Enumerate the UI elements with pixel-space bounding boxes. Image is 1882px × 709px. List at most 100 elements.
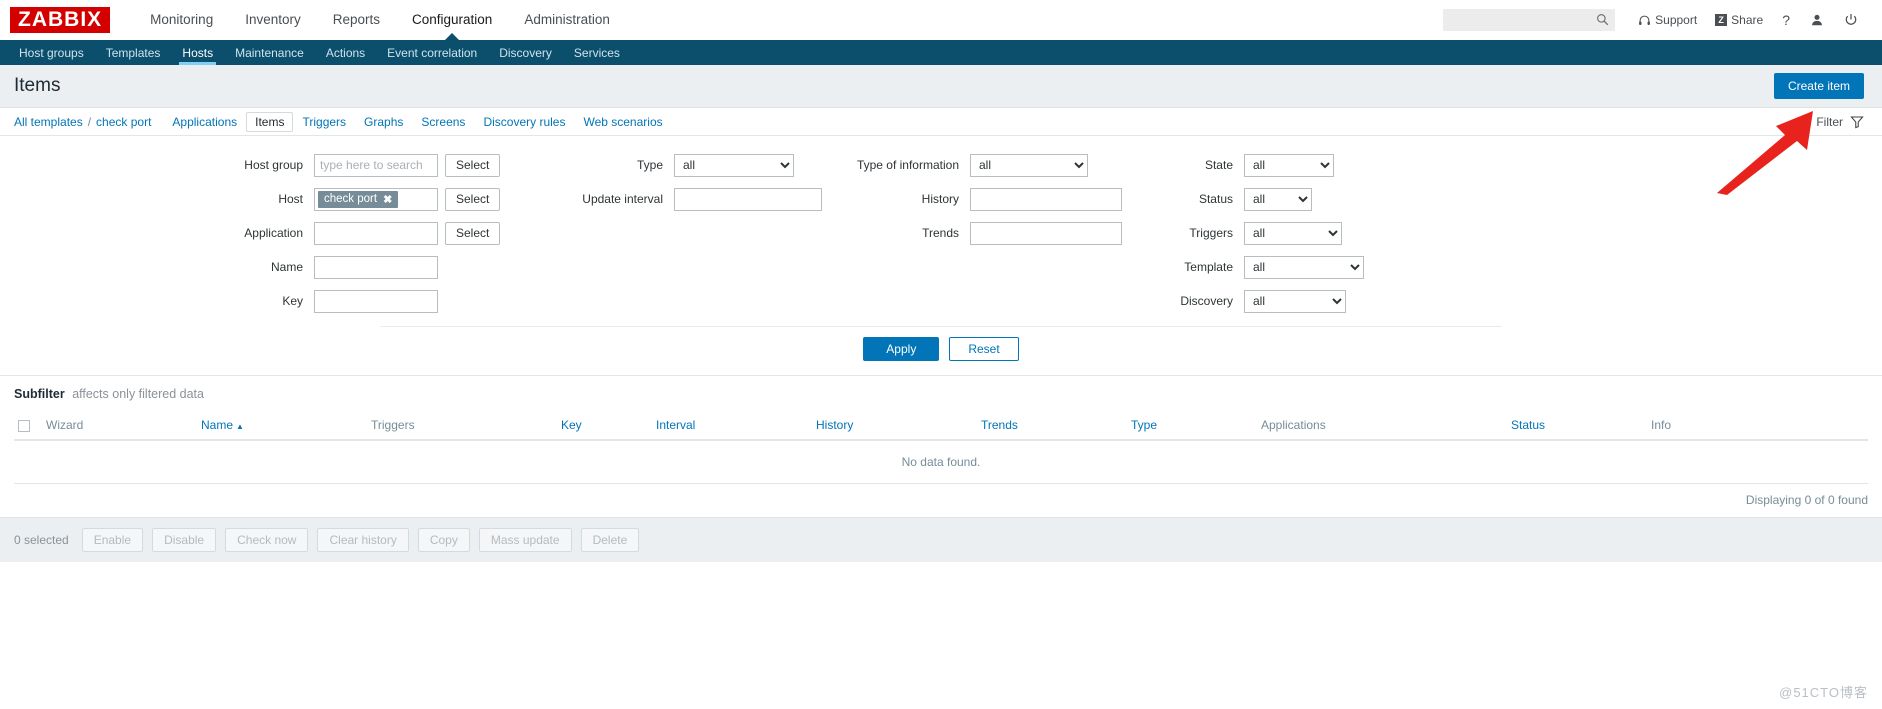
filter-row-update-interval: Update interval bbox=[574, 182, 834, 216]
subfilter-note: affects only filtered data bbox=[72, 387, 204, 401]
subnav-item-host-groups[interactable]: Host groups bbox=[8, 40, 95, 65]
tab-items[interactable]: Items bbox=[246, 111, 294, 132]
enable-button[interactable]: Enable bbox=[81, 528, 144, 552]
filter-row-history: History bbox=[834, 182, 1144, 216]
secondary-navigation: Host groups Templates Hosts Maintenance … bbox=[0, 40, 1882, 65]
host-chip-label: check port bbox=[324, 193, 378, 205]
filter-spacer-2c bbox=[574, 284, 834, 318]
page-title-row: Items Create item bbox=[0, 65, 1882, 108]
user-icon[interactable] bbox=[1800, 13, 1834, 27]
nav-item-reports[interactable]: Reports bbox=[317, 0, 396, 40]
subnav-item-event-correlation[interactable]: Event correlation bbox=[376, 40, 488, 65]
application-input[interactable] bbox=[314, 221, 438, 245]
column-key[interactable]: Key bbox=[557, 411, 652, 441]
help-icon[interactable]: ? bbox=[1772, 12, 1800, 28]
reset-button[interactable]: Reset bbox=[949, 337, 1019, 361]
discovery-select[interactable]: all bbox=[1244, 289, 1346, 313]
column-interval[interactable]: Interval bbox=[652, 411, 812, 441]
tab-screens[interactable]: Screens bbox=[412, 112, 474, 132]
label-name: Name bbox=[270, 260, 303, 274]
filter-row-type-of-information: Type of information all bbox=[834, 148, 1144, 182]
host-group-input[interactable] bbox=[314, 153, 438, 177]
tab-discovery-rules[interactable]: Discovery rules bbox=[474, 112, 574, 132]
filter-row-status: Status all bbox=[1144, 182, 1434, 216]
mass-update-button[interactable]: Mass update bbox=[478, 528, 572, 552]
filter-spacer-2a bbox=[574, 216, 834, 250]
copy-button[interactable]: Copy bbox=[417, 528, 470, 552]
create-item-button[interactable]: Create item bbox=[1773, 73, 1864, 99]
column-applications: Applications bbox=[1257, 411, 1507, 441]
subnav-item-templates[interactable]: Templates bbox=[95, 40, 172, 65]
column-type[interactable]: Type bbox=[1127, 411, 1257, 441]
zabbix-logo[interactable]: ZABBIX bbox=[10, 7, 111, 33]
breadcrumb-all-templates[interactable]: All templates bbox=[14, 115, 83, 129]
table-empty-row: No data found. bbox=[14, 440, 1868, 484]
status-select[interactable]: all bbox=[1244, 187, 1312, 211]
subfilter-bar: Subfilter affects only filtered data bbox=[0, 376, 1882, 411]
filter-row-host: Host check port ✖ Select bbox=[14, 182, 574, 216]
state-select[interactable]: all bbox=[1244, 153, 1334, 177]
tab-applications[interactable]: Applications bbox=[163, 112, 246, 132]
disable-button[interactable]: Disable bbox=[152, 528, 217, 552]
filter-row-host-group: Host group Select bbox=[14, 148, 574, 182]
nav-item-inventory[interactable]: Inventory bbox=[229, 0, 317, 40]
column-status[interactable]: Status bbox=[1507, 411, 1647, 441]
header-right-tools: Support Z Share ? bbox=[1443, 9, 1868, 31]
subnav-item-services[interactable]: Services bbox=[563, 40, 631, 65]
key-input[interactable] bbox=[314, 289, 438, 313]
type-select[interactable]: all bbox=[674, 153, 794, 177]
clear-history-button[interactable]: Clear history bbox=[317, 528, 409, 552]
update-interval-input[interactable] bbox=[674, 187, 822, 211]
tab-graphs[interactable]: Graphs bbox=[355, 112, 412, 132]
host-chip-remove-icon[interactable]: ✖ bbox=[383, 193, 392, 206]
support-link[interactable]: Support bbox=[1629, 13, 1706, 27]
application-select-button[interactable]: Select bbox=[445, 221, 501, 245]
host-group-select-button[interactable]: Select bbox=[445, 153, 501, 177]
share-link[interactable]: Z Share bbox=[1706, 13, 1772, 27]
column-trends[interactable]: Trends bbox=[977, 411, 1127, 441]
breadcrumb-current-template[interactable]: check port bbox=[96, 115, 151, 129]
column-name[interactable]: Name ▲ bbox=[197, 411, 367, 441]
watermark: @51CTO博客 bbox=[1779, 685, 1868, 700]
filter-column-3: Type of information all History Trends bbox=[834, 148, 1144, 318]
delete-button[interactable]: Delete bbox=[580, 528, 640, 552]
apply-button[interactable]: Apply bbox=[863, 337, 940, 361]
tab-web-scenarios[interactable]: Web scenarios bbox=[574, 112, 671, 132]
filter-row-template: Template all bbox=[1144, 250, 1434, 284]
nav-item-monitoring[interactable]: Monitoring bbox=[134, 0, 229, 40]
name-input[interactable] bbox=[314, 255, 438, 279]
filter-toggle[interactable]: Filter bbox=[1816, 115, 1864, 129]
label-host-group: Host group bbox=[244, 158, 303, 172]
trends-input[interactable] bbox=[970, 221, 1122, 245]
history-input[interactable] bbox=[970, 187, 1122, 211]
host-select-button[interactable]: Select bbox=[445, 187, 501, 211]
label-state: State bbox=[1204, 158, 1233, 172]
select-all-checkbox[interactable] bbox=[18, 419, 30, 432]
search-input[interactable] bbox=[1443, 10, 1627, 30]
nav-item-administration[interactable]: Administration bbox=[508, 0, 626, 40]
label-template: Template bbox=[1184, 260, 1233, 274]
filter-column-4: State all Status all Triggers all Templa… bbox=[1144, 148, 1434, 318]
subnav-item-discovery[interactable]: Discovery bbox=[488, 40, 563, 65]
no-data-message: No data found. bbox=[14, 440, 1868, 484]
nav-item-configuration[interactable]: Configuration bbox=[396, 0, 508, 41]
label-discovery: Discovery bbox=[1180, 294, 1233, 308]
items-table-body: No data found. bbox=[14, 440, 1868, 484]
label-type: Type bbox=[636, 158, 663, 172]
filter-actions: Apply Reset bbox=[380, 326, 1502, 369]
type-of-information-select[interactable]: all bbox=[970, 153, 1088, 177]
label-triggers: Triggers bbox=[1189, 226, 1233, 240]
subnav-item-actions[interactable]: Actions bbox=[315, 40, 376, 65]
global-search[interactable] bbox=[1443, 9, 1627, 31]
subnav-item-maintenance[interactable]: Maintenance bbox=[224, 40, 315, 65]
label-host: Host bbox=[278, 192, 303, 206]
subnav-item-hosts[interactable]: Hosts bbox=[171, 40, 224, 65]
tab-triggers[interactable]: Triggers bbox=[293, 112, 355, 132]
host-multiselect[interactable]: check port ✖ bbox=[314, 187, 438, 211]
triggers-select[interactable]: all bbox=[1244, 221, 1342, 245]
filter-row-application: Application Select bbox=[14, 216, 574, 250]
template-select[interactable]: all bbox=[1244, 255, 1364, 279]
column-history[interactable]: History bbox=[812, 411, 977, 441]
power-icon[interactable] bbox=[1834, 13, 1868, 27]
check-now-button[interactable]: Check now bbox=[225, 528, 309, 552]
